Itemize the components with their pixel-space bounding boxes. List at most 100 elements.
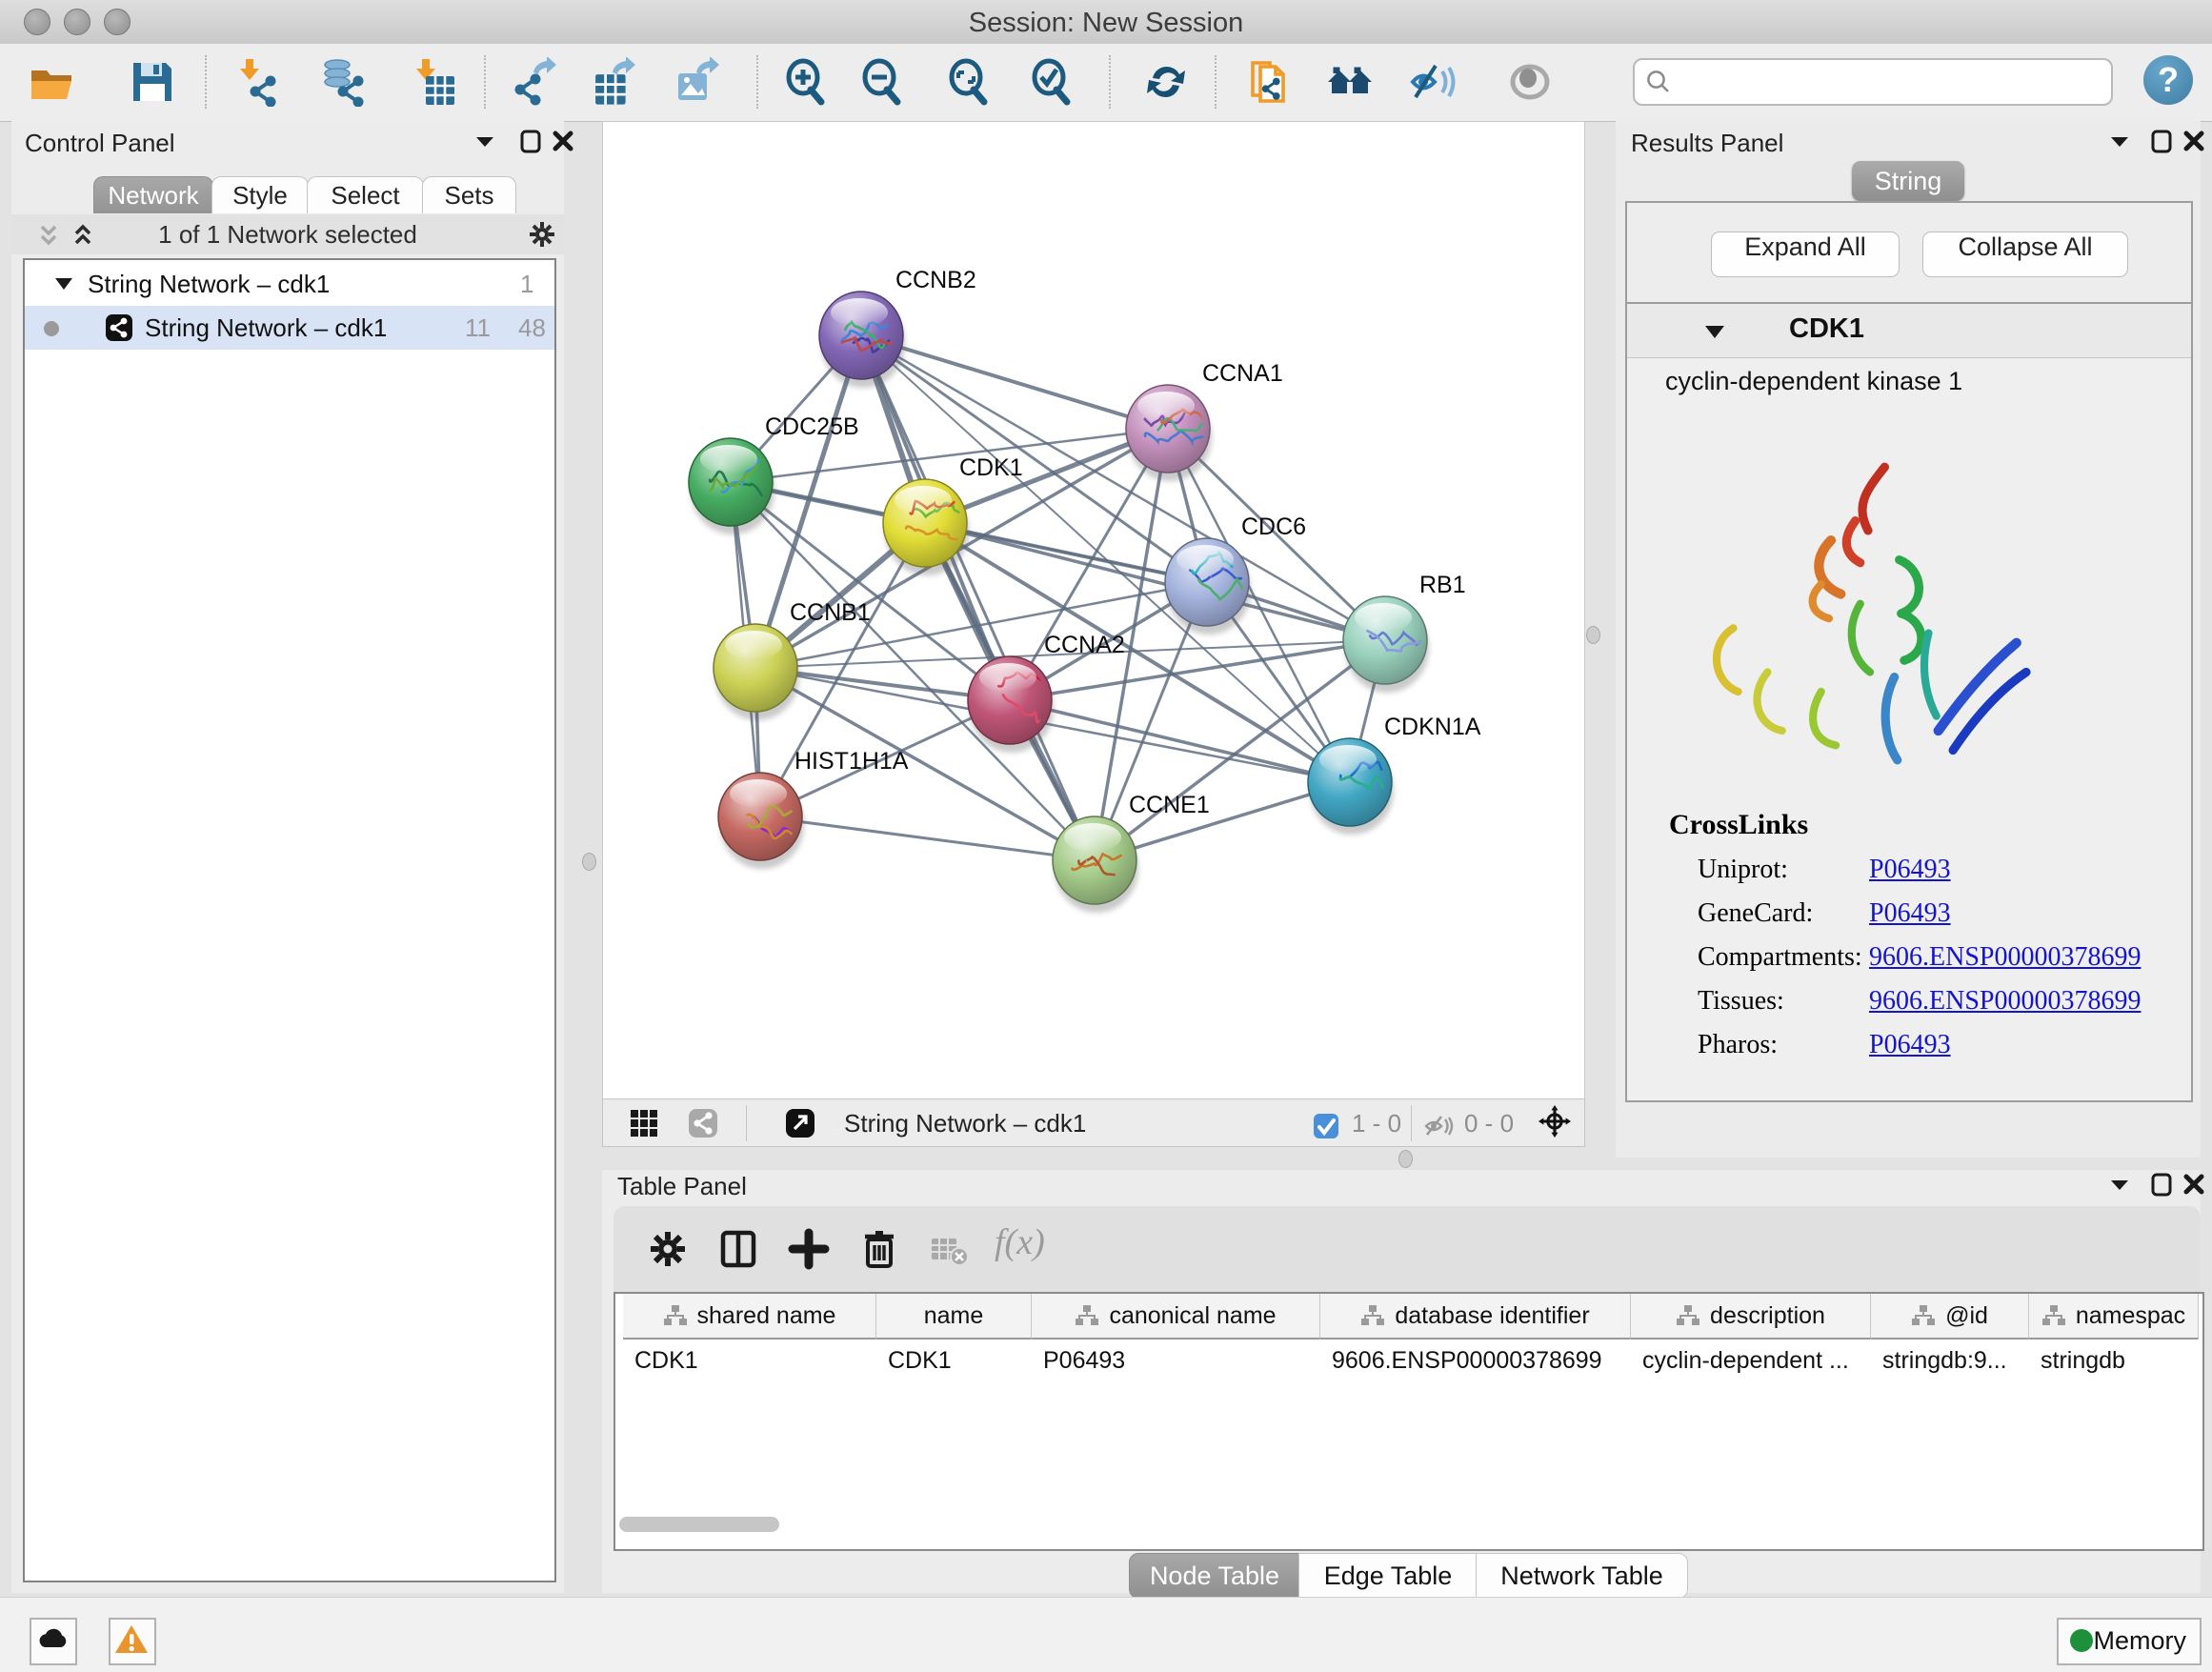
- table-horizontal-scrollbar[interactable]: [619, 1517, 779, 1532]
- results-float-icon[interactable]: [2145, 125, 2178, 157]
- node-HIST1H1A[interactable]: [718, 773, 804, 869]
- import-table-icon[interactable]: [409, 57, 458, 107]
- crosslink-value-link[interactable]: 9606.ENSP00000378699: [1869, 986, 2141, 1017]
- table-float-icon[interactable]: [2145, 1168, 2178, 1200]
- node-CDK1[interactable]: [883, 479, 969, 575]
- table-cell-description[interactable]: cyclin-dependent ...: [1631, 1340, 1869, 1381]
- warning-status-button[interactable]: [109, 1618, 156, 1665]
- tab-network-table[interactable]: Network Table: [1476, 1553, 1688, 1599]
- export-network-icon[interactable]: [511, 57, 560, 107]
- export-image-icon[interactable]: [674, 57, 723, 107]
- crosslink-value-link[interactable]: P06493: [1869, 898, 1951, 929]
- node-label-CCNA2: CCNA2: [1044, 632, 1125, 658]
- refresh-icon[interactable]: [1141, 57, 1191, 107]
- zoom-in-icon[interactable]: [780, 57, 830, 107]
- table-cell-@id[interactable]: stringdb:9...: [1871, 1340, 2027, 1381]
- network-selection-status: 1 of 1 Network selected: [11, 220, 564, 250]
- right-splitter-handle[interactable]: [1586, 626, 1600, 644]
- memory-button[interactable]: Memory: [2057, 1618, 2202, 1665]
- grid-view-icon[interactable]: [628, 1107, 660, 1139]
- node-RB1[interactable]: [1343, 596, 1429, 693]
- tab-network[interactable]: Network: [93, 176, 213, 213]
- gene-collapse-icon[interactable]: [1703, 323, 1726, 340]
- open-document-share-icon[interactable]: [1245, 57, 1295, 107]
- table-options-gear-icon[interactable]: [646, 1227, 690, 1271]
- table-cell-shared-name[interactable]: CDK1: [623, 1340, 875, 1381]
- collapse-all-button[interactable]: Collapse All: [1922, 232, 2128, 277]
- horizontal-splitter-handle[interactable]: [1398, 1150, 1413, 1168]
- node-CDC25B[interactable]: [689, 438, 774, 534]
- results-menu-icon[interactable]: [2103, 125, 2136, 157]
- nested-networks-icon[interactable]: [1325, 57, 1375, 107]
- results-close-icon[interactable]: [2178, 125, 2210, 157]
- column-header-@id[interactable]: @id: [1871, 1294, 2029, 1340]
- crosslink-value-link[interactable]: 9606.ENSP00000378699: [1869, 942, 2141, 973]
- add-column-icon[interactable]: [787, 1227, 831, 1271]
- birds-eye-view-icon[interactable]: [1538, 1105, 1575, 1141]
- left-splitter-handle[interactable]: [582, 853, 596, 871]
- tree-options-gear-icon[interactable]: [526, 218, 558, 251]
- node-CCNE1[interactable]: [1053, 816, 1138, 913]
- tab-node-table[interactable]: Node Table: [1129, 1553, 1300, 1599]
- import-network-file-icon[interactable]: [232, 57, 282, 107]
- table-cell-canonical-name[interactable]: P06493: [1032, 1340, 1318, 1381]
- node-CDKN1A[interactable]: [1308, 738, 1394, 835]
- network-share-icon[interactable]: [687, 1107, 719, 1139]
- expand-all-button[interactable]: Expand All: [1711, 232, 1900, 277]
- table-cell-namespac[interactable]: stringdb: [2029, 1340, 2197, 1381]
- collection-expander-icon[interactable]: [53, 275, 74, 292]
- zoom-out-icon[interactable]: [856, 57, 906, 107]
- export-table-icon[interactable]: [590, 57, 639, 107]
- node-CDC6[interactable]: [1165, 538, 1251, 635]
- close-panel-icon[interactable]: [547, 125, 579, 157]
- tab-select[interactable]: Select: [307, 176, 424, 213]
- network-collection-row[interactable]: String Network – cdk1 1: [25, 262, 554, 306]
- help-button[interactable]: ?: [2143, 55, 2193, 105]
- crosslink-value-link[interactable]: P06493: [1869, 855, 1951, 885]
- network-canvas[interactable]: CCNB2CCNA1CDC25BCDK1CDC6RB1CCNB1CCNA2CDK…: [602, 121, 1585, 1100]
- table-cell-database-identifier[interactable]: 9606.ENSP00000378699: [1320, 1340, 1629, 1381]
- tab-string[interactable]: String: [1852, 161, 1964, 201]
- edge-CCNB2-CCNA1[interactable]: [861, 335, 1168, 429]
- toolbar-separator: [1215, 55, 1217, 109]
- network-row[interactable]: String Network – cdk1 11 48: [25, 306, 554, 350]
- save-session-icon[interactable]: [128, 57, 177, 107]
- delete-column-icon[interactable]: [857, 1227, 901, 1271]
- hide-selected-icon[interactable]: [1409, 57, 1458, 107]
- node-CCNB1[interactable]: [714, 624, 799, 720]
- gene-header-row[interactable]: CDK1: [1627, 304, 2191, 358]
- table-menu-icon[interactable]: [2103, 1168, 2136, 1200]
- open-in-new-window-icon[interactable]: [784, 1107, 816, 1139]
- edge-CCNB2-CCNE1[interactable]: [861, 335, 1095, 860]
- show-all-icon[interactable]: [1505, 57, 1555, 107]
- column-header-database-identifier[interactable]: database identifier: [1320, 1294, 1631, 1340]
- column-header-name[interactable]: name: [876, 1294, 1032, 1340]
- tab-edge-table[interactable]: Edge Table: [1298, 1553, 1478, 1599]
- column-header-description[interactable]: description: [1631, 1294, 1871, 1340]
- crosslinks-title: CrossLinks: [1669, 809, 1808, 841]
- node-CCNA1[interactable]: [1126, 385, 1212, 481]
- edge-HIST1H1A-CCNE1[interactable]: [760, 816, 1095, 860]
- node-table[interactable]: shared namenamecanonical namedatabase id…: [613, 1292, 2204, 1551]
- show-columns-icon[interactable]: [716, 1227, 760, 1271]
- search-input[interactable]: [1680, 62, 2103, 100]
- table-close-icon[interactable]: [2178, 1168, 2210, 1200]
- node-CCNB2[interactable]: [819, 292, 905, 388]
- tab-sets[interactable]: Sets: [422, 176, 516, 213]
- column-header-namespac[interactable]: namespac: [2029, 1294, 2199, 1340]
- zoom-fit-icon[interactable]: [943, 57, 993, 107]
- zoom-selected-icon[interactable]: [1026, 57, 1076, 107]
- tab-style[interactable]: Style: [211, 176, 309, 213]
- float-panel-icon[interactable]: [514, 125, 547, 157]
- cloud-status-button[interactable]: [30, 1618, 77, 1665]
- node-CCNA2[interactable]: [968, 656, 1054, 753]
- open-session-icon[interactable]: [28, 57, 77, 107]
- column-header-shared-name[interactable]: shared name: [623, 1294, 876, 1340]
- table-cell-name[interactable]: CDK1: [876, 1340, 1030, 1381]
- import-network-database-icon[interactable]: [318, 57, 368, 107]
- panel-menu-icon[interactable]: [469, 125, 501, 157]
- column-header-canonical-name[interactable]: canonical name: [1032, 1294, 1320, 1340]
- selected-checkbox-icon[interactable]: [1310, 1110, 1342, 1142]
- crosslink-value-link[interactable]: P06493: [1869, 1030, 1951, 1060]
- crosslink-row-pharos: Pharos:P06493: [1698, 1030, 2174, 1074]
